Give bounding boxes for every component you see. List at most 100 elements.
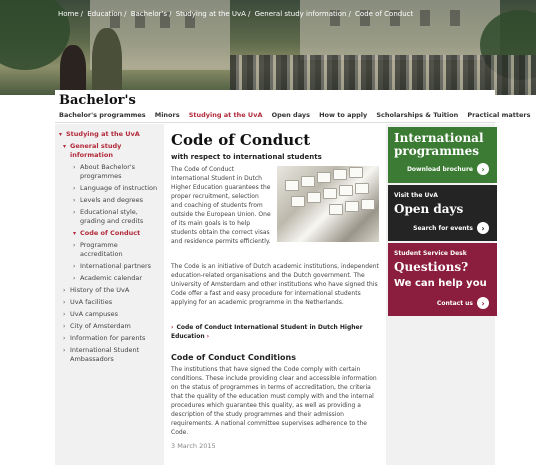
sidebar-item-accreditation[interactable]: › Programme accreditation (58, 241, 160, 259)
building (300, 0, 500, 60)
breadcrumb-studying[interactable]: Studying at the UvA (176, 10, 246, 18)
sidebar-item-educational-style[interactable]: › Educational style, grading and credits (58, 208, 160, 226)
sidebar-item-label: Educational style, grading and credits (80, 208, 144, 225)
sidebar-item-label: History of the UvA (70, 286, 130, 294)
chevron-right-icon: › (63, 347, 66, 354)
breadcrumb-separator: / (124, 10, 127, 18)
student-figure (60, 45, 86, 95)
breadcrumb-home[interactable]: Home (58, 10, 79, 18)
content-panel: Code of Conduct with respect to internat… (164, 124, 386, 465)
sidebar-item-label: General study information (70, 142, 122, 159)
breadcrumb-separator: / (348, 10, 351, 18)
chevron-right-icon: › (63, 287, 66, 294)
link-label: Code of Conduct International Student in… (171, 324, 363, 340)
crowd (230, 55, 536, 95)
box-title: Questions? (394, 260, 469, 274)
sidebar-item-calendar[interactable]: › Academic calendar (58, 274, 160, 283)
page-subtitle: with respect to international students (171, 153, 322, 161)
external-arrow-icon: › (206, 333, 210, 340)
sidebar-item-language[interactable]: › Language of instruction (58, 184, 160, 193)
key (323, 188, 337, 199)
chevron-right-icon: › (171, 324, 174, 331)
box-title: Open days (394, 202, 464, 216)
sidebar-item-label: International partners (80, 262, 152, 270)
contact-us-button[interactable]: Contact us › (437, 297, 489, 309)
sidebar-item-label: Studying at the UvA (66, 130, 140, 138)
sidebar-item-label: City of Amsterdam (70, 322, 131, 330)
breadcrumb-education[interactable]: Education (87, 10, 122, 18)
code-of-conduct-link[interactable]: › Code of Conduct International Student i… (171, 323, 371, 341)
hero-banner: Home / Education / Bachelor's / Studying at… (0, 0, 536, 95)
publish-date: 3 March 2015 (171, 442, 216, 450)
conditions-paragraph: The institutions that have signed the Co… (171, 366, 377, 436)
cta-label: Search for events (413, 224, 473, 232)
box-title: International programmes (394, 131, 484, 158)
window (450, 10, 460, 26)
sidebar-item-code-of-conduct[interactable]: ▾ Code of Conduct (58, 229, 160, 238)
sidebar-item-levels[interactable]: › Levels and degrees (58, 196, 160, 205)
sidebar-item-history[interactable]: › History of the UvA (58, 286, 160, 295)
sidebar-item-general-info[interactable]: ▾ General study information (58, 142, 160, 160)
chevron-right-icon: › (73, 197, 76, 204)
key (329, 204, 343, 215)
breadcrumb-separator: / (169, 10, 172, 18)
breadcrumb-bachelors[interactable]: Bachelor's (131, 10, 167, 18)
download-brochure-button[interactable]: Download brochure › (407, 163, 489, 175)
chevron-right-icon: › (63, 323, 66, 330)
sidebar-item-parents[interactable]: › Information for parents (58, 334, 160, 343)
key (333, 169, 347, 180)
international-programmes-box[interactable]: International programmes Download brochu… (388, 127, 497, 183)
chevron-right-icon: › (73, 164, 76, 171)
key (361, 199, 375, 210)
sidebar-item-about-programmes[interactable]: › About Bachelor's programmes (58, 163, 160, 181)
nav-practical-matters[interactable]: Practical matters (467, 111, 530, 119)
chevron-right-icon: › (63, 311, 66, 318)
key (355, 183, 369, 194)
key (349, 167, 363, 178)
nav-scholarships-tuition[interactable]: Scholarships & Tuition (376, 111, 458, 119)
breadcrumb: Home / Education / Bachelor's / Studying at… (58, 10, 415, 18)
cta-label: Contact us (436, 299, 473, 307)
nav-open-days[interactable]: Open days (272, 111, 310, 119)
questions-box[interactable]: Student Service Desk Questions? We can h… (388, 243, 497, 316)
key (307, 192, 321, 203)
chevron-down-icon: ▾ (59, 131, 63, 138)
chevron-right-icon: › (63, 335, 66, 342)
section-title: Bachelor's (59, 93, 136, 108)
arrow-right-icon: › (477, 297, 489, 309)
section-header: Bachelor's Bachelor's programmes Minors … (55, 90, 530, 122)
sidebar-item-label: Language of instruction (80, 184, 158, 192)
nav-how-to-apply[interactable]: How to apply (319, 111, 367, 119)
sidebar-item-partners[interactable]: › International partners (58, 262, 160, 271)
sidebar-item-label: About Bachelor's programmes (80, 163, 136, 180)
nav-minors[interactable]: Minors (155, 111, 180, 119)
keyboard-photo (277, 166, 379, 242)
chevron-right-icon: › (73, 263, 76, 270)
search-events-button[interactable]: Search for events › (413, 222, 489, 234)
section-heading: Code of Conduct Conditions (171, 353, 296, 362)
chevron-down-icon: ▾ (73, 230, 77, 237)
sidebar-item-label: Academic calendar (80, 274, 143, 282)
student-figure (92, 28, 122, 95)
nav-studying-at-uva[interactable]: Studying at the UvA (189, 111, 263, 119)
sidebar-item-city[interactable]: › City of Amsterdam (58, 322, 160, 331)
key (285, 180, 299, 191)
sidebar-item-ambassadors[interactable]: › International Student Ambassadors (58, 346, 160, 364)
key (301, 176, 315, 187)
intro-paragraph: The Code of Conduct International Studen… (171, 166, 271, 245)
box-kicker: Visit the UvA (394, 192, 438, 199)
sidebar-item-campuses[interactable]: › UvA campuses (58, 310, 160, 319)
arrow-right-icon: › (477, 222, 489, 234)
breadcrumb-general-info[interactable]: General study information (255, 10, 347, 18)
chevron-right-icon: › (63, 299, 66, 306)
sidebar-item-label: Information for parents (70, 334, 146, 342)
box-kicker: Student Service Desk (394, 250, 467, 257)
body-paragraph: The Code is an initiative of Dutch acade… (171, 263, 379, 306)
key (317, 172, 331, 183)
key (345, 201, 359, 212)
sidebar-item-facilities[interactable]: › UvA facilities (58, 298, 160, 307)
sidebar-item-label: UvA campuses (70, 310, 119, 318)
sidebar-item-studying[interactable]: ▾ Studying at the UvA (58, 130, 160, 139)
nav-bachelors-programmes[interactable]: Bachelor's programmes (59, 111, 146, 119)
open-days-box[interactable]: Visit the UvA Open days Search for event… (388, 185, 497, 241)
